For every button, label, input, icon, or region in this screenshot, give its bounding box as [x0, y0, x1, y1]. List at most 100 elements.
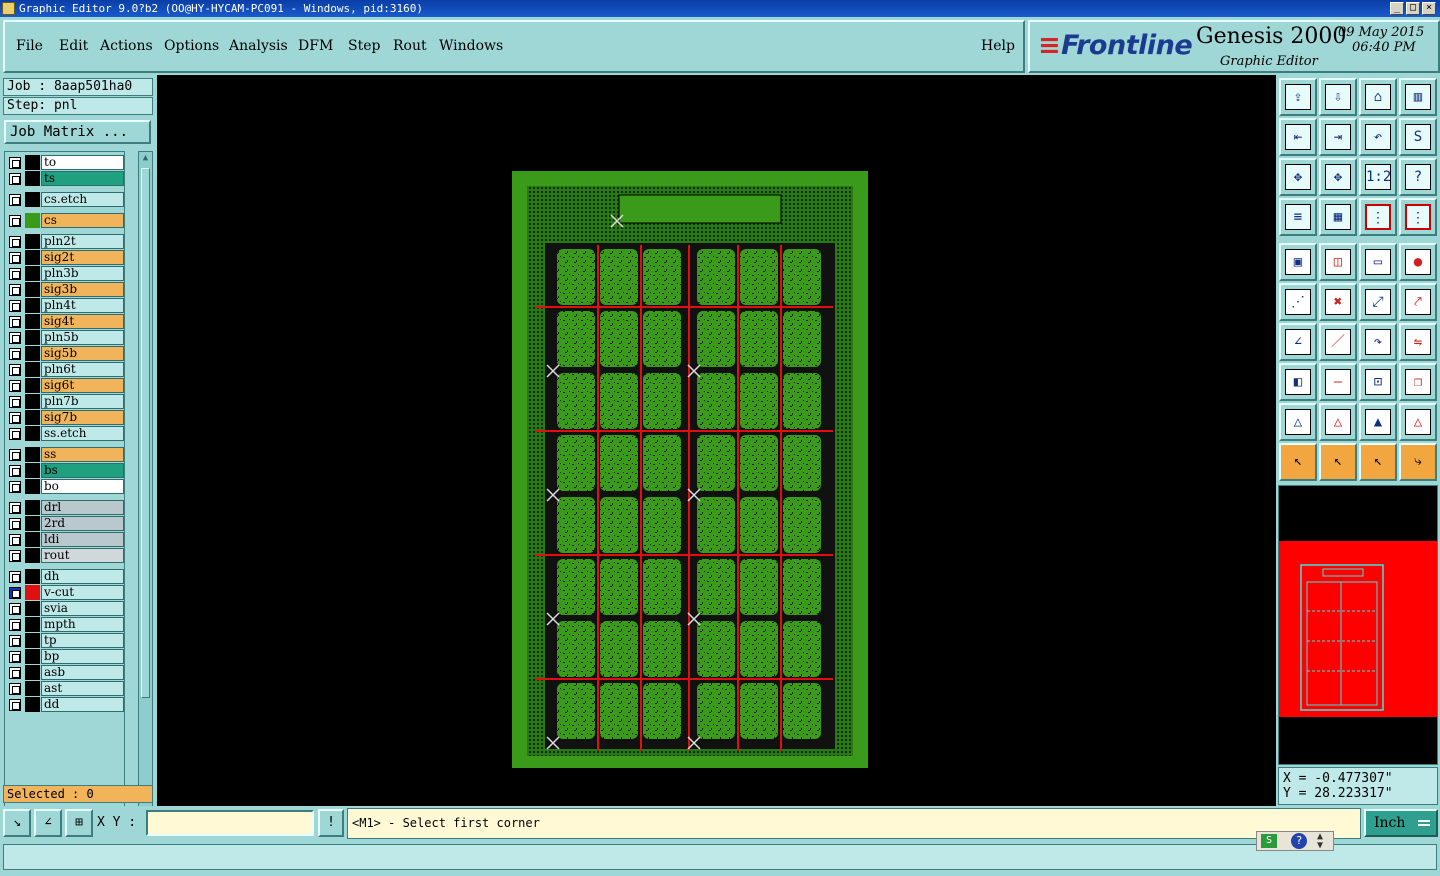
layer-name[interactable]: cs: [41, 213, 124, 228]
layer-color-swatch[interactable]: [25, 532, 40, 547]
layer-color-swatch[interactable]: [25, 266, 40, 281]
layer-color-swatch[interactable]: [25, 463, 40, 478]
layer-color-swatch[interactable]: [25, 394, 40, 409]
snap-off-tool[interactable]: ⋮: [1399, 198, 1437, 236]
snap-red-tool[interactable]: ⋮: [1359, 198, 1397, 236]
undo-zoom-tool[interactable]: ↶: [1359, 118, 1397, 156]
layer-row-ast[interactable]: ast: [5, 681, 124, 696]
layer-color-swatch[interactable]: [25, 649, 40, 664]
up-level-tool[interactable]: ⇪: [1279, 78, 1317, 116]
layer-color-swatch[interactable]: [25, 617, 40, 632]
layer-row-pln7b[interactable]: pln7b: [5, 394, 124, 409]
graphic-canvas[interactable]: [157, 75, 1276, 806]
layer-name[interactable]: sig7b: [41, 410, 124, 425]
select-box-tool[interactable]: ↖: [1359, 443, 1397, 481]
layer-row-pln5b[interactable]: pln5b: [5, 330, 124, 345]
layer-row-ldi[interactable]: ldi: [5, 532, 124, 547]
layer-row-cs[interactable]: cs: [5, 213, 124, 228]
layer-row-pln2t[interactable]: pln2t: [5, 234, 124, 249]
scale-1to2-tool[interactable]: 1:2: [1359, 158, 1397, 196]
layer-color-swatch[interactable]: [25, 192, 40, 207]
scroll-thumb[interactable]: [141, 168, 150, 698]
scroll-up-icon[interactable]: ▲: [140, 152, 151, 164]
copy-tool[interactable]: ❐: [1399, 363, 1437, 401]
layer-checkbox[interactable]: [9, 502, 21, 514]
tray-help-icon[interactable]: ?: [1291, 833, 1307, 849]
layer-row-bp[interactable]: bp: [5, 649, 124, 664]
layer-checkbox[interactable]: [9, 635, 21, 647]
menu-step[interactable]: Step: [348, 38, 380, 54]
layer-row-sig3b[interactable]: sig3b: [5, 282, 124, 297]
layer-color-swatch[interactable]: [25, 665, 40, 680]
layer-checkbox[interactable]: [9, 667, 21, 679]
layer-row-bo[interactable]: bo: [5, 479, 124, 494]
close-button[interactable]: ×: [1422, 2, 1436, 15]
layer-name[interactable]: pln7b: [41, 394, 124, 409]
add-feature-tool[interactable]: ⤢: [1359, 283, 1397, 321]
layer-name[interactable]: tp: [41, 633, 124, 648]
layer-settings-tool[interactable]: ≡: [1279, 198, 1317, 236]
layer-color-swatch[interactable]: [25, 298, 40, 313]
layer-name[interactable]: drl: [41, 500, 124, 515]
layer-checkbox[interactable]: [9, 332, 21, 344]
layer-name[interactable]: rout: [41, 548, 124, 563]
layer-color-swatch[interactable]: [25, 516, 40, 531]
layer-row-2rd[interactable]: 2rd: [5, 516, 124, 531]
window-split-tool[interactable]: ▥: [1399, 78, 1437, 116]
menu-help[interactable]: Help: [981, 38, 1015, 54]
layer-checkbox[interactable]: [9, 683, 21, 695]
maximize-button[interactable]: □: [1406, 2, 1420, 15]
layer-checkbox[interactable]: [9, 364, 21, 376]
layer-name[interactable]: v-cut: [41, 585, 124, 600]
layer-checkbox[interactable]: [9, 194, 21, 206]
layer-color-swatch[interactable]: [25, 330, 40, 345]
layer-name[interactable]: pln3b: [41, 266, 124, 281]
layer-checkbox[interactable]: [9, 236, 21, 248]
layer-name[interactable]: pln2t: [41, 234, 124, 249]
layer-checkbox[interactable]: [9, 518, 21, 530]
layer-name[interactable]: svia: [41, 601, 124, 616]
add-node-tool[interactable]: ◧: [1279, 363, 1317, 401]
layer-name[interactable]: 2rd: [41, 516, 124, 531]
menu-actions[interactable]: Actions: [100, 38, 153, 54]
layer-row-cs.etch[interactable]: cs.etch: [5, 192, 124, 207]
layer-color-swatch[interactable]: [25, 426, 40, 441]
layer-row-sig2t[interactable]: sig2t: [5, 250, 124, 265]
layer-checkbox[interactable]: [9, 534, 21, 546]
layer-color-swatch[interactable]: [25, 479, 40, 494]
layer-color-swatch[interactable]: [25, 282, 40, 297]
layer-checkbox[interactable]: [9, 465, 21, 477]
panel-drawing[interactable]: [157, 75, 1276, 806]
layer-name[interactable]: ss: [41, 447, 124, 462]
menu-options[interactable]: Options: [164, 38, 219, 54]
layer-name[interactable]: dd: [41, 697, 124, 712]
minimize-button[interactable]: _: [1390, 2, 1404, 15]
exclamation-icon[interactable]: !: [318, 809, 344, 837]
layer-checkbox[interactable]: [9, 157, 21, 169]
layer-row-mpth[interactable]: mpth: [5, 617, 124, 632]
snap-grid-icon[interactable]: ⊞: [65, 809, 93, 837]
layer-color-swatch[interactable]: [25, 601, 40, 616]
menu-analysis[interactable]: Analysis: [229, 38, 288, 54]
connect-tool[interactable]: ⋰: [1279, 283, 1317, 321]
triangle-bold-tool[interactable]: ▲: [1359, 403, 1397, 441]
snap-corner-icon[interactable]: ↘: [3, 809, 31, 837]
layer-checkbox[interactable]: [9, 284, 21, 296]
layer-name[interactable]: sig2t: [41, 250, 124, 265]
layer-name[interactable]: bo: [41, 479, 124, 494]
layer-checkbox[interactable]: [9, 699, 21, 711]
layer-checkbox[interactable]: [9, 348, 21, 360]
help-query-tool[interactable]: ?: [1399, 158, 1437, 196]
pan-right-tool[interactable]: ⇥: [1319, 118, 1357, 156]
add-circle-tool[interactable]: ●: [1399, 243, 1437, 281]
menu-edit[interactable]: Edit: [59, 38, 88, 54]
layer-name[interactable]: ast: [41, 681, 124, 696]
layer-row-asb[interactable]: asb: [5, 665, 124, 680]
layer-name[interactable]: mpth: [41, 617, 124, 632]
layer-row-svia[interactable]: svia: [5, 601, 124, 616]
job-matrix-button[interactable]: Job Matrix ...: [4, 120, 151, 144]
down-level-tool[interactable]: ⇩: [1319, 78, 1357, 116]
layer-color-swatch[interactable]: [25, 500, 40, 515]
layer-checkbox[interactable]: [9, 215, 21, 227]
layer-name[interactable]: sig6t: [41, 378, 124, 393]
